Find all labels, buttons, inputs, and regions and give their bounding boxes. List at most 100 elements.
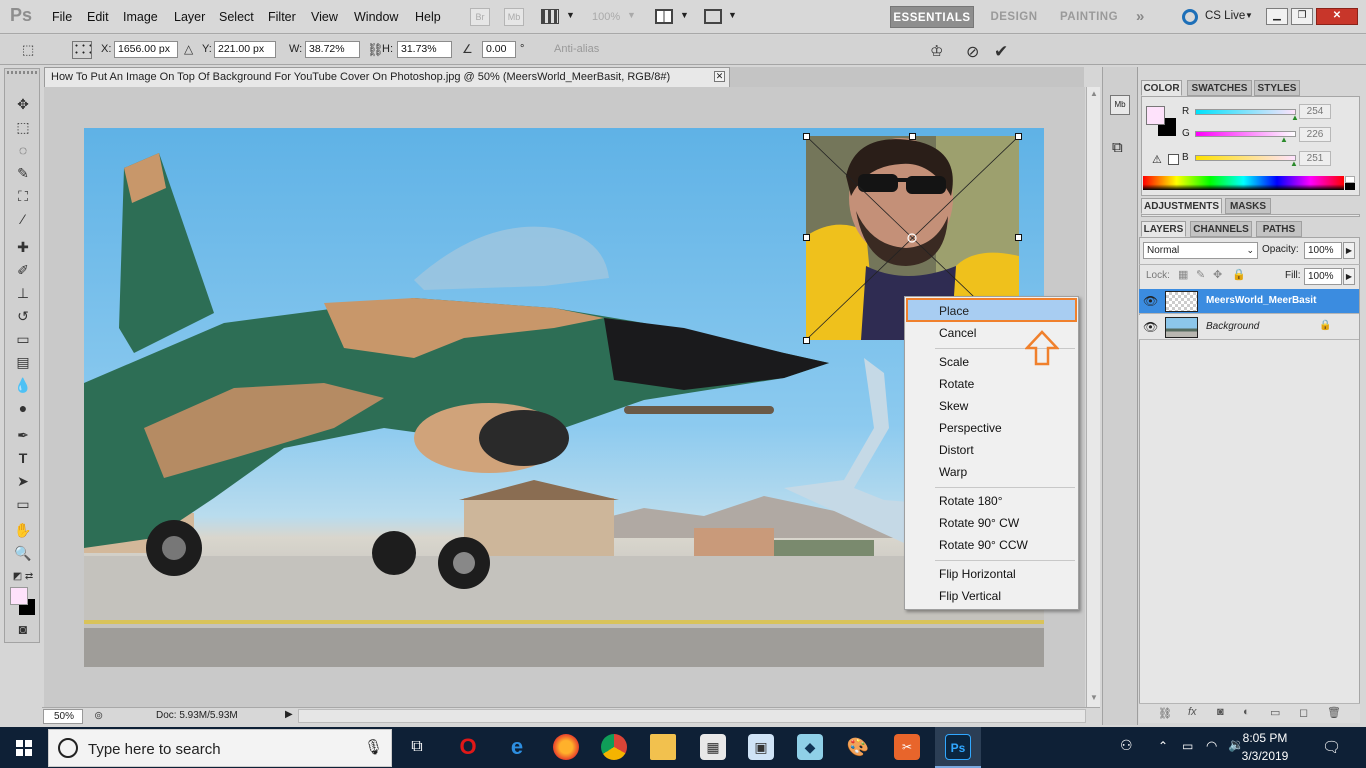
zoom-field[interactable]: 50% <box>43 709 83 724</box>
tab-channels[interactable]: CHANNELS <box>1190 221 1252 237</box>
y-field[interactable]: 221.00 px <box>214 41 276 58</box>
x-field[interactable]: 1656.00 px <box>114 41 178 58</box>
ramp-black-swatch[interactable] <box>1345 183 1355 190</box>
menu-item-perspective[interactable]: Perspective <box>905 417 1078 439</box>
ramp-white-swatch[interactable] <box>1345 176 1355 183</box>
layer-row[interactable]: 👁 Background 🔒 <box>1139 315 1359 340</box>
layer-row[interactable]: 👁 MeersWorld_MeerBasit <box>1139 289 1359 314</box>
transform-handle-left[interactable] <box>803 234 810 241</box>
blue-slider-thumb-icon[interactable]: ▲ <box>1290 159 1298 168</box>
lock-position-icon[interactable]: ✥ <box>1213 268 1222 281</box>
adjustment-layer-icon[interactable]: ◐ <box>1243 706 1250 718</box>
quick-select-tool-icon[interactable]: ✎ <box>12 163 34 183</box>
red-slider-thumb-icon[interactable]: ▲ <box>1291 113 1299 122</box>
brush-tool-icon[interactable]: ✐ <box>12 260 34 280</box>
lasso-tool-icon[interactable]: ◌ <box>12 140 34 160</box>
add-mask-icon[interactable]: ◙ <box>1217 706 1224 718</box>
status-menu-arrow-icon[interactable]: ▶ <box>285 709 293 720</box>
menu-edit[interactable]: Edit <box>87 10 109 24</box>
app-icon[interactable]: ◆ <box>797 734 823 760</box>
opacity-arrow-icon[interactable]: ▶ <box>1343 242 1355 259</box>
menu-filter[interactable]: Filter <box>268 10 296 24</box>
lock-transparent-icon[interactable]: ▦ <box>1178 268 1188 281</box>
menu-layer[interactable]: Layer <box>174 10 205 24</box>
zoom-level-menu[interactable]: 100% <box>592 11 620 23</box>
gradient-tool-icon[interactable]: ▤ <box>12 352 34 372</box>
lock-pixels-icon[interactable]: ✎ <box>1196 268 1205 281</box>
height-field[interactable]: 31.73% <box>397 41 452 58</box>
paint-icon[interactable]: 🎨 <box>845 734 871 760</box>
edge-icon[interactable]: e <box>504 734 530 760</box>
close-button[interactable]: ✕ <box>1316 8 1358 25</box>
red-value[interactable]: 254 <box>1299 104 1331 119</box>
color-ramp[interactable] <box>1143 176 1344 190</box>
chevron-down-icon[interactable]: ▼ <box>680 10 689 20</box>
clone-stamp-tool-icon[interactable]: ⊥ <box>12 283 34 303</box>
menu-help[interactable]: Help <box>415 10 441 24</box>
menu-item-flip-horizontal[interactable]: Flip Horizontal <box>905 563 1078 585</box>
dodge-tool-icon[interactable]: ● <box>12 398 34 418</box>
shape-tool-icon[interactable]: ▭ <box>12 494 34 514</box>
cancel-transform-icon[interactable]: ⊘ <box>966 42 979 62</box>
green-slider-thumb-icon[interactable]: ▲ <box>1280 135 1288 144</box>
horizontal-scrollbar[interactable] <box>298 709 1086 723</box>
layer-name[interactable]: MeersWorld_MeerBasit <box>1206 295 1316 306</box>
commit-transform-icon[interactable]: ✔ <box>994 42 1008 62</box>
chevron-down-icon[interactable]: ▼ <box>1245 11 1253 20</box>
clock-time[interactable]: 8:05 PM <box>1240 731 1290 745</box>
transform-handle-top-right[interactable] <box>1015 133 1022 140</box>
delete-layer-icon[interactable]: 🗑 <box>1327 706 1341 719</box>
vertical-scrollbar[interactable]: ▲ ▼ <box>1086 87 1100 707</box>
opacity-field[interactable]: 100% <box>1304 242 1342 259</box>
zoom-tool-icon[interactable]: 🔍 <box>12 543 34 563</box>
tab-paths[interactable]: PATHS <box>1256 221 1302 237</box>
chevron-down-icon[interactable]: ▼ <box>728 10 737 20</box>
red-slider[interactable] <box>1195 109 1296 115</box>
green-value[interactable]: 226 <box>1299 127 1331 142</box>
color-fg-swatch[interactable] <box>1146 106 1165 125</box>
reference-point-icon[interactable] <box>72 41 92 59</box>
opera-icon[interactable]: O <box>455 734 481 760</box>
arrange-documents-icon[interactable] <box>655 9 673 24</box>
notifications-icon[interactable]: 🗨 <box>1322 738 1341 756</box>
transform-tool-icon[interactable]: ⬚ <box>22 42 34 58</box>
blue-value[interactable]: 251 <box>1299 151 1331 166</box>
people-icon[interactable]: ⚇ <box>1120 737 1133 754</box>
firefox-icon[interactable] <box>553 734 579 760</box>
menu-window[interactable]: Window <box>354 10 398 24</box>
blend-mode-select[interactable]: Normal ⌄ <box>1143 242 1258 259</box>
visibility-eye-icon[interactable]: 👁 <box>1143 320 1158 334</box>
healing-brush-tool-icon[interactable]: ✚ <box>12 237 34 257</box>
more-workspaces-icon[interactable]: » <box>1136 8 1144 25</box>
microphone-icon[interactable]: 🎙 <box>364 738 383 756</box>
transform-handle-right[interactable] <box>1015 234 1022 241</box>
document-tab[interactable]: How To Put An Image On Top Of Background… <box>44 67 730 87</box>
tab-layers[interactable]: LAYERS <box>1141 221 1186 237</box>
tab-swatches[interactable]: SWATCHES <box>1187 80 1252 96</box>
file-explorer-icon[interactable] <box>650 734 676 760</box>
toolbox-grip[interactable] <box>7 71 37 74</box>
default-colors-icon[interactable]: ◩ ⇄ <box>12 567 34 587</box>
quick-mask-icon[interactable]: ◙ <box>12 619 34 639</box>
chevron-down-icon[interactable]: ▼ <box>627 10 636 20</box>
status-info-icon[interactable]: ⊚ <box>94 709 103 722</box>
menu-item-rotate-90-cw[interactable]: Rotate 90° CW <box>905 512 1078 534</box>
path-select-tool-icon[interactable]: ➤ <box>12 471 34 491</box>
web-safe-swatch[interactable] <box>1168 154 1179 165</box>
cs-live-menu[interactable]: CS Live <box>1205 10 1245 22</box>
close-document-icon[interactable]: ✕ <box>714 71 725 82</box>
type-tool-icon[interactable]: T <box>12 448 34 468</box>
layer-name[interactable]: Background <box>1206 321 1259 332</box>
menu-select[interactable]: Select <box>219 10 254 24</box>
link-layers-icon[interactable]: ⛓ <box>1158 707 1172 720</box>
transform-handle-bottom-left[interactable] <box>803 337 810 344</box>
workspace-painting[interactable]: PAINTING <box>1054 6 1124 28</box>
history-brush-tool-icon[interactable]: ↺ <box>12 306 34 326</box>
warp-mode-icon[interactable]: ♔ <box>930 42 943 60</box>
menu-item-place-highlight[interactable]: Place <box>906 298 1077 322</box>
mini-bridge-icon[interactable]: Mb <box>504 8 524 26</box>
wifi-icon[interactable]: ◠ <box>1206 738 1217 754</box>
menu-item-rotate-180[interactable]: Rotate 180° <box>905 490 1078 512</box>
new-layer-icon[interactable]: ◻ <box>1299 706 1308 719</box>
show-hidden-icons-icon[interactable]: ⌃ <box>1158 739 1168 753</box>
